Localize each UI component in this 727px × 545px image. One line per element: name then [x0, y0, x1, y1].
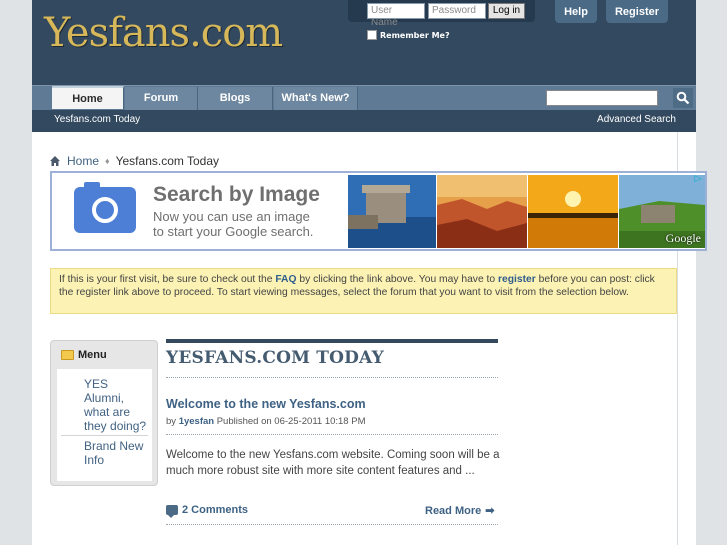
site-logo[interactable]: Yesfans.com	[44, 10, 283, 56]
comment-icon	[166, 505, 178, 518]
menu-item-brand-new-info[interactable]: Brand New Info	[84, 439, 150, 467]
comments-label: 2 Comments	[182, 504, 249, 516]
tab-forum[interactable]: Forum	[125, 87, 198, 110]
password-input[interactable]: Password	[428, 3, 486, 19]
page-title: YESFANS.COM TODAY	[166, 348, 384, 368]
read-more-link[interactable]: Read More ➡	[425, 504, 495, 518]
menu-title: Menu	[78, 349, 107, 361]
menu-list: YES Alumni, what are they doing? Brand N…	[57, 369, 152, 481]
title-divider	[166, 377, 498, 378]
breadcrumb: Home ♦ Yesfans.com Today	[49, 154, 219, 168]
ad-photo-bridge	[528, 175, 618, 248]
post-divider	[166, 434, 498, 435]
advanced-search-link[interactable]: Advanced Search	[597, 114, 676, 125]
post-footer-divider	[166, 524, 498, 525]
search-button[interactable]	[673, 88, 693, 108]
post-meta: by 1yesfan Published on 06-25-2011 10:18…	[166, 416, 365, 427]
faq-link[interactable]: FAQ	[275, 274, 296, 285]
adchoices-icon[interactable]: ▷	[692, 173, 704, 185]
camera-icon	[74, 182, 136, 233]
remember-me-label: Remember Me?	[380, 30, 450, 40]
menu-divider	[61, 435, 148, 436]
post-author[interactable]: 1yesfan	[179, 416, 214, 427]
ad-title: Search by Image	[153, 183, 320, 206]
menu-header: Menu	[61, 349, 107, 361]
ad-photo-canyon	[437, 175, 527, 248]
post-by-label: by	[166, 416, 177, 427]
login-button[interactable]: Log in	[488, 3, 525, 19]
search-icon	[676, 91, 690, 105]
notice-text-2: by clicking the link above. You may have…	[296, 274, 498, 285]
tab-whats-new[interactable]: What's New?	[274, 87, 358, 110]
folder-icon	[61, 350, 74, 360]
ad-photo-castle	[348, 175, 436, 248]
breadcrumb-separator-icon: ♦	[105, 156, 110, 166]
home-icon[interactable]	[49, 155, 61, 167]
read-more-label: Read More	[425, 504, 482, 517]
register-link[interactable]: register	[498, 274, 536, 285]
ad-banner[interactable]: Search by Image Now you can use an image…	[50, 171, 707, 251]
notice-text-1: If this is your first visit, be sure to …	[59, 274, 276, 285]
subnav-today-link[interactable]: Yesfans.com Today	[54, 114, 140, 125]
tab-home[interactable]: Home	[52, 86, 124, 109]
tab-blogs[interactable]: Blogs	[198, 87, 273, 110]
ad-line1: Now you can use an image	[153, 209, 310, 224]
post-excerpt: Welcome to the new Yesfans.com website. …	[166, 449, 500, 477]
comments-link[interactable]: 2 Comments	[166, 504, 249, 518]
main-title-bar	[166, 339, 498, 343]
breadcrumb-home[interactable]: Home	[67, 154, 99, 168]
ad-google-logo: Google	[665, 231, 701, 245]
register-button[interactable]: Register	[606, 0, 668, 23]
post-title[interactable]: Welcome to the new Yesfans.com	[166, 397, 366, 411]
search-input[interactable]	[546, 90, 658, 106]
first-visit-notice: If this is your first visit, be sure to …	[50, 268, 677, 314]
help-button[interactable]: Help	[555, 0, 597, 23]
arrow-right-icon: ➡	[485, 505, 495, 517]
username-input[interactable]: User Name	[367, 3, 425, 28]
remember-me-checkbox[interactable]	[367, 30, 377, 40]
remember-me[interactable]: Remember Me?	[367, 30, 450, 40]
breadcrumb-current: Yesfans.com Today	[115, 154, 220, 168]
post-published: Published on 06-25-2011 10:18 PM	[216, 416, 366, 427]
ad-line2: to start your Google search.	[153, 224, 314, 239]
sidebar-menu: Menu YES Alumni, what are they doing? Br…	[50, 340, 158, 486]
menu-item-yes-alumni[interactable]: YES Alumni, what are they doing?	[84, 377, 150, 433]
